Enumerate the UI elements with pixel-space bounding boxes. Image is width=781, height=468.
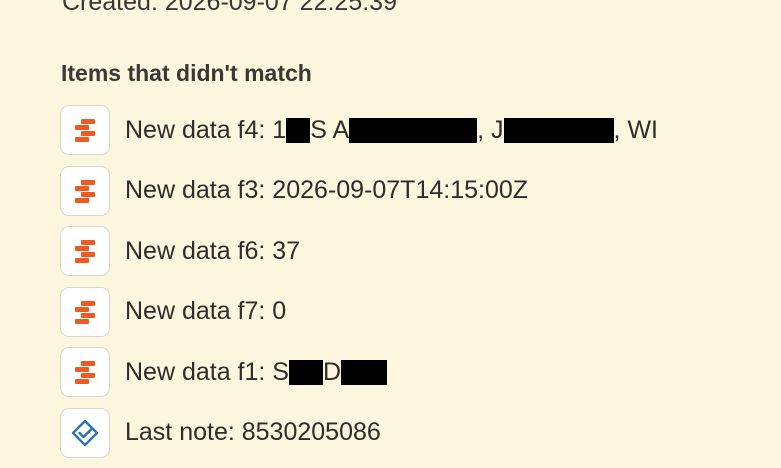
unmatched-items-list: New data f4: 1 S A , J , WI New data f3:… [60, 104, 775, 468]
item-label-text: New data f1: S [125, 357, 289, 386]
item-label-text: New data f4: 1 [125, 115, 287, 144]
redaction-block [288, 359, 323, 385]
list-item[interactable]: New data f3: 2026-09-07T14:15:00Z [60, 165, 775, 217]
item-label: New data f6: 37 [125, 236, 301, 265]
list-item[interactable]: New data f6: 37 [60, 225, 775, 277]
redaction-block [349, 117, 478, 143]
created-timestamp: Created: 2026-09-07 22:25:39 [62, 0, 397, 16]
item-label-text: , J [477, 115, 504, 144]
orange-stripes-app-icon [60, 286, 110, 337]
section-title: Items that didn't match [61, 60, 312, 86]
redaction-block [503, 117, 614, 143]
redaction-block [286, 117, 311, 143]
item-label: New data f1: S D [125, 357, 388, 387]
orange-stripes-app-icon [60, 105, 110, 155]
redaction-block [341, 359, 388, 385]
orange-stripes-app-icon [60, 165, 110, 216]
item-label-text: S A [310, 115, 350, 144]
item-label: New data f3: 2026-09-07T14:15:00Z [125, 176, 529, 205]
list-item[interactable]: Last note: 8530205086 [60, 407, 775, 459]
orange-stripes-app-icon [60, 226, 110, 277]
item-label: New data f7: 0 [125, 297, 287, 326]
item-label: Last note: 8530205086 [125, 418, 381, 447]
list-item[interactable]: New data f1: S D [60, 346, 775, 398]
orange-stripes-app-icon [60, 347, 110, 398]
item-label: New data f4: 1 S A , J , WI [125, 116, 658, 145]
item-label-text: D [322, 357, 342, 386]
list-item[interactable]: New data f4: 1 S A , J , WI [60, 104, 775, 156]
blue-check-diamond-icon [60, 407, 110, 458]
list-item[interactable]: New data f7: 0 [60, 286, 775, 338]
item-label-text: , WI [613, 115, 658, 144]
